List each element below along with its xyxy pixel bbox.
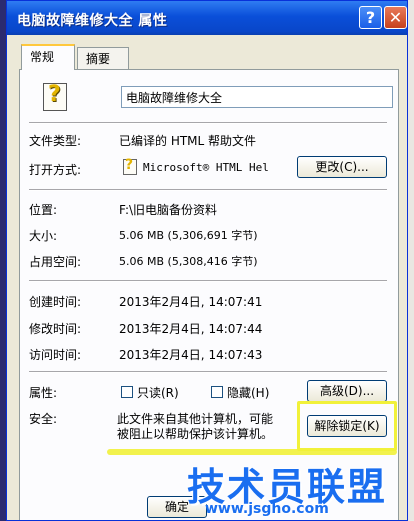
title-bar[interactable]: 电脑故障维修大全 属性 ? ✕ bbox=[7, 1, 407, 35]
annotation-highlight-box bbox=[297, 401, 397, 451]
modified-label: 修改时间: bbox=[29, 322, 82, 336]
help-button[interactable]: ? bbox=[359, 6, 382, 29]
readonly-checkbox[interactable] bbox=[121, 386, 133, 398]
close-button[interactable]: ✕ bbox=[384, 6, 407, 29]
attributes-label: 属性: bbox=[29, 386, 58, 400]
accessed-value: 2013年2月4日, 14:07:43 bbox=[119, 348, 263, 362]
advanced-button[interactable]: 高级(D)... bbox=[307, 380, 387, 402]
readonly-label[interactable]: 只读(R) bbox=[137, 384, 179, 401]
file-name-input[interactable]: 电脑故障维修大全 bbox=[121, 86, 393, 108]
annotation-underline bbox=[107, 449, 397, 455]
modified-value: 2013年2月4日, 14:07:44 bbox=[119, 322, 263, 336]
created-value: 2013年2月4日, 14:07:41 bbox=[119, 295, 263, 309]
location-label: 位置: bbox=[29, 203, 58, 217]
size-value: 5.06 MB (5,306,691 字节) bbox=[119, 229, 258, 242]
size-label: 大小: bbox=[29, 229, 58, 243]
divider bbox=[29, 371, 387, 373]
open-with-value: Microsoft® HTML Hel bbox=[143, 161, 269, 174]
location-value: F:\旧电脑备份资料 bbox=[119, 203, 218, 217]
size-on-disk-value: 5.06 MB (5,308,416 字节) bbox=[119, 255, 258, 268]
change-button[interactable]: 更改(C)... bbox=[297, 156, 387, 178]
file-type-label: 文件类型: bbox=[29, 134, 82, 148]
divider bbox=[29, 189, 387, 191]
divider bbox=[29, 280, 387, 282]
hidden-checkbox[interactable] bbox=[211, 386, 223, 398]
divider bbox=[29, 122, 387, 124]
security-text-line2: 被阻止以帮助保护该计算机。 bbox=[117, 427, 274, 441]
hidden-label[interactable]: 隐藏(H) bbox=[227, 384, 269, 401]
window-title: 电脑故障维修大全 属性 bbox=[17, 13, 168, 29]
file-type-value: 已编译的 HTML 帮助文件 bbox=[119, 134, 257, 148]
created-label: 创建时间: bbox=[29, 295, 82, 309]
accessed-label: 访问时间: bbox=[29, 348, 82, 362]
chm-file-icon bbox=[43, 82, 67, 111]
watermark-url: www.jsgho.com bbox=[205, 501, 329, 517]
open-with-label: 打开方式: bbox=[29, 163, 82, 177]
program-icon bbox=[123, 157, 137, 175]
tab-general[interactable]: 常规 bbox=[21, 44, 75, 70]
security-label: 安全: bbox=[29, 412, 58, 426]
tab-summary[interactable]: 摘要 bbox=[77, 47, 129, 69]
properties-dialog: 电脑故障维修大全 属性 ? ✕ 常规 摘要 电脑故障维修大全 文件类型: 已编译… bbox=[6, 0, 408, 521]
size-on-disk-label: 占用空间: bbox=[29, 255, 82, 269]
